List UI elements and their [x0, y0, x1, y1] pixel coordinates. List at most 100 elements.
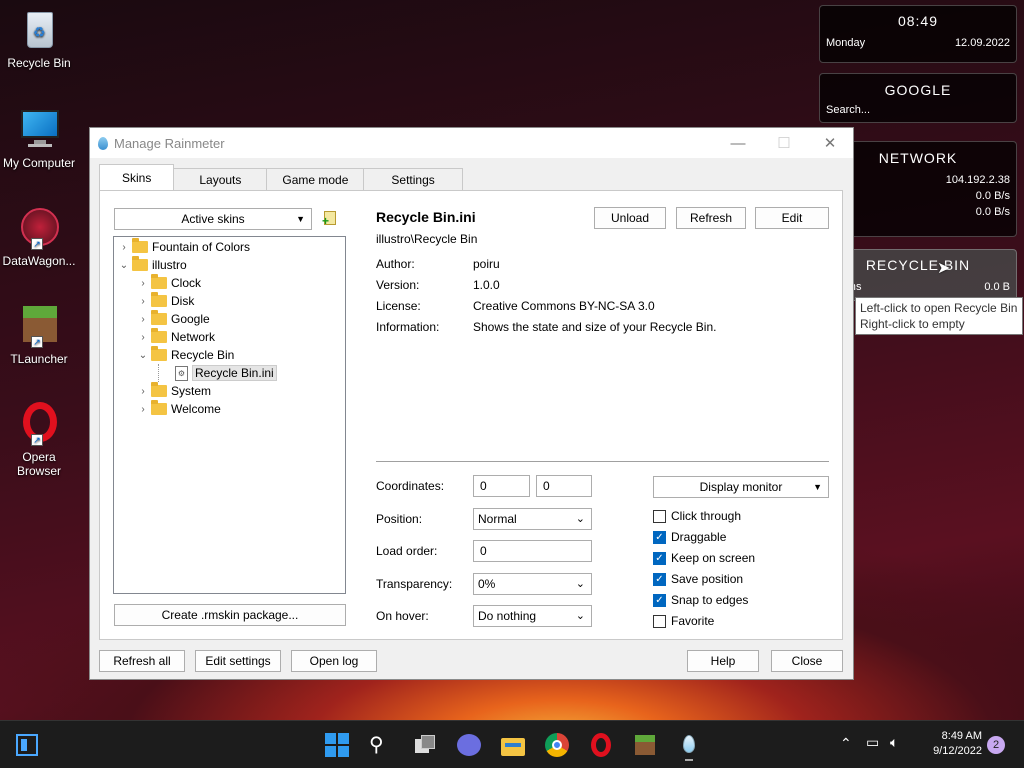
clock-widget[interactable]: 08:49 Monday 12.09.2022 [819, 5, 1017, 63]
tree-node-recycle-bin[interactable]: ⌄ Recycle Bin [137, 346, 234, 364]
position-value: Normal [478, 512, 517, 526]
draggable-checkbox[interactable]: ✓ Draggable [653, 530, 726, 544]
network-status-icon[interactable]: ▭ [866, 734, 879, 751]
unload-button[interactable]: Unload [594, 207, 666, 229]
task-view-widget-icon[interactable] [16, 734, 38, 756]
tree-node-network[interactable]: › Network [137, 328, 215, 346]
click-through-checkbox[interactable]: Click through [653, 509, 741, 523]
coordinate-y-input[interactable]: 0 [536, 475, 592, 497]
help-button[interactable]: Help [687, 650, 759, 672]
tree-node-google[interactable]: › Google [137, 310, 210, 328]
notification-badge[interactable]: 2 [987, 736, 1005, 754]
on-hover-dropdown[interactable]: Do nothing ⌄ [473, 605, 592, 627]
close-button[interactable]: Close [771, 650, 843, 672]
close-window-button[interactable]: ✕ [807, 128, 853, 158]
desktop-icon-my-computer[interactable]: My Computer [0, 108, 78, 170]
desktop-icon-datawagon[interactable]: ↗ DataWagon... [0, 206, 78, 268]
tree-node-recycle-bin-ini[interactable]: ⚙ Recycle Bin.ini [158, 364, 277, 382]
transparency-dropdown[interactable]: 0% ⌄ [473, 573, 592, 595]
taskbar-clock[interactable]: 8:49 AM 9/12/2022 [918, 729, 982, 759]
rainmeter-taskbar-icon[interactable] [677, 733, 701, 761]
chrome-icon[interactable] [545, 733, 569, 757]
manage-rainmeter-window[interactable]: Manage Rainmeter — ☐ ✕ Skins Layouts Gam… [89, 127, 854, 680]
transparency-value: 0% [478, 577, 496, 591]
desktop-icon-tlauncher[interactable]: ↗ TLauncher [0, 304, 78, 366]
add-skin-icon[interactable]: + [322, 210, 338, 227]
save-position-checkbox[interactable]: ✓ Save position [653, 572, 743, 586]
tooltip-line: Right-click to empty [860, 317, 965, 331]
tab-game-mode[interactable]: Game mode [266, 168, 365, 190]
expand-chevron-icon[interactable]: › [118, 242, 130, 253]
information-value: Shows the state and size of your Recycle… [473, 320, 717, 334]
checkmark-icon[interactable]: ✓ [653, 530, 666, 544]
edit-settings-button[interactable]: Edit settings [195, 650, 281, 672]
position-dropdown[interactable]: Normal ⌄ [473, 508, 592, 530]
windows-start-icon[interactable] [325, 733, 349, 757]
keep-on-screen-checkbox[interactable]: ✓ Keep on screen [653, 551, 755, 565]
desktop-icon-recycle-bin[interactable]: ♻ Recycle Bin [0, 8, 78, 70]
collapse-chevron-icon[interactable]: ⌄ [137, 350, 149, 361]
refresh-button[interactable]: Refresh [676, 207, 746, 229]
tab-skins[interactable]: Skins [99, 164, 175, 190]
clock-day: Monday [826, 37, 866, 49]
maximize-button[interactable]: ☐ [761, 128, 807, 158]
tree-node-label: Clock [171, 276, 202, 290]
open-log-button[interactable]: Open log [291, 650, 377, 672]
tree-node-label: System [171, 384, 212, 398]
tab-settings[interactable]: Settings [363, 168, 463, 190]
create-rmskin-package-button[interactable]: Create .rmskin package... [114, 604, 346, 626]
search-icon[interactable]: ⚲ [369, 733, 393, 757]
expand-chevron-icon[interactable]: › [137, 332, 149, 343]
opera-icon: ↗ [17, 402, 61, 446]
tree-node-illustro[interactable]: ⌄ illustro [118, 256, 187, 274]
checkbox-box[interactable] [653, 509, 666, 523]
edit-button[interactable]: Edit [755, 207, 829, 229]
checkmark-icon[interactable]: ✓ [653, 593, 666, 607]
active-skins-dropdown[interactable]: Active skins ▼ [114, 208, 312, 230]
dropdown-arrow-icon: ▼ [813, 482, 822, 492]
google-widget[interactable]: GOOGLE Search... [819, 73, 1017, 123]
title-bar[interactable]: Manage Rainmeter — ☐ ✕ [90, 128, 853, 158]
checkmark-icon[interactable]: ✓ [653, 572, 666, 586]
chevron-up-icon[interactable]: ⌃ [840, 735, 852, 752]
expand-chevron-icon[interactable]: › [137, 386, 149, 397]
tree-node-clock[interactable]: › Clock [137, 274, 201, 292]
display-monitor-label: Display monitor [699, 480, 783, 494]
checkbox-box[interactable] [653, 614, 666, 628]
display-monitor-dropdown[interactable]: Display monitor ▼ [653, 476, 829, 498]
network-upload-value: 0.0 B/s [975, 190, 1010, 202]
tlauncher-taskbar-icon[interactable] [633, 733, 657, 757]
volume-icon[interactable]: 🔈︎ [890, 734, 898, 751]
checkmark-icon[interactable]: ✓ [653, 551, 666, 565]
snap-to-edges-checkbox[interactable]: ✓ Snap to edges [653, 593, 748, 607]
tree-node-fountain-of-colors[interactable]: › Fountain of Colors [118, 238, 250, 256]
license-label: License: [376, 299, 421, 313]
tree-node-label: Fountain of Colors [152, 240, 251, 254]
checkbox-label: Snap to edges [671, 593, 749, 607]
skins-tree[interactable]: › Fountain of Colors ⌄ illustro › Clock › Di… [113, 236, 346, 594]
tree-node-disk[interactable]: › Disk [137, 292, 194, 310]
coordinate-x-input[interactable]: 0 [473, 475, 530, 497]
google-search-input[interactable]: Search... [826, 104, 870, 116]
collapse-chevron-icon[interactable]: ⌄ [118, 260, 130, 271]
expand-chevron-icon[interactable]: › [137, 278, 149, 289]
tab-layouts[interactable]: Layouts [173, 168, 268, 190]
file-explorer-icon[interactable] [501, 733, 525, 757]
opera-taskbar-icon[interactable] [589, 733, 613, 757]
favorite-checkbox[interactable]: Favorite [653, 614, 714, 628]
expand-chevron-icon[interactable]: › [137, 404, 149, 415]
refresh-all-button[interactable]: Refresh all [99, 650, 185, 672]
task-view-icon[interactable] [413, 733, 437, 757]
minimize-button[interactable]: — [715, 128, 761, 158]
desktop-icon-opera[interactable]: ↗ Opera Browser [0, 402, 78, 478]
tree-node-system[interactable]: › System [137, 382, 211, 400]
skins-panel: Active skins ▼ + › Fountain of Colors ⌄ il… [99, 190, 843, 640]
tree-node-welcome[interactable]: › Welcome [137, 400, 221, 418]
coordinates-label: Coordinates: [376, 479, 445, 493]
tooltip-line: Left-click to open Recycle Bin [860, 301, 1018, 315]
on-hover-value: Do nothing [478, 609, 537, 623]
load-order-input[interactable]: 0 [473, 540, 592, 562]
expand-chevron-icon[interactable]: › [137, 314, 149, 325]
expand-chevron-icon[interactable]: › [137, 296, 149, 307]
chat-icon[interactable] [457, 733, 481, 757]
